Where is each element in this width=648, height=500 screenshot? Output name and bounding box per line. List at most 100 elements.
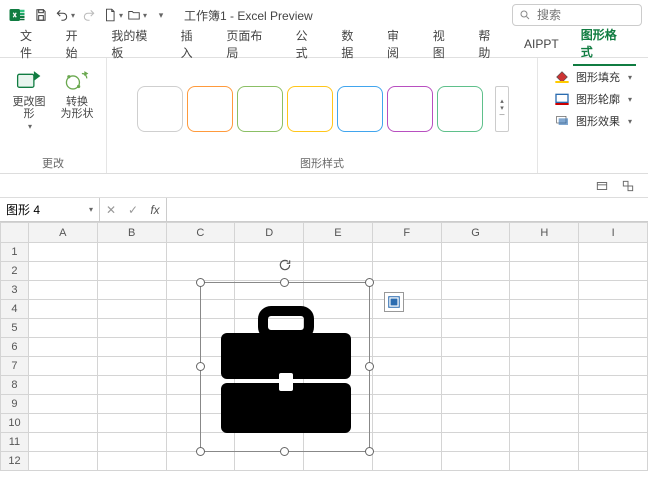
cell[interactable] [579,300,648,319]
column-header[interactable]: F [372,223,441,243]
column-header[interactable]: H [510,223,579,243]
shape-effects-button[interactable]: 图形效果▾ [552,112,634,130]
row-header[interactable]: 2 [1,262,29,281]
cell[interactable] [579,452,648,471]
cell[interactable] [304,262,373,281]
cell[interactable] [579,338,648,357]
cell[interactable] [372,262,441,281]
row-header[interactable]: 3 [1,281,29,300]
change-shape-button[interactable]: 更改图 形 ▾ [8,64,50,133]
accept-formula-icon[interactable]: ✓ [122,198,144,221]
row-header[interactable]: 12 [1,452,29,471]
style-swatch[interactable] [137,86,183,132]
cell[interactable] [97,338,166,357]
search-input[interactable] [537,8,627,22]
cell[interactable] [97,376,166,395]
resize-handle[interactable] [280,447,289,456]
tab-AIPPT[interactable]: AIPPT [516,33,567,55]
cell[interactable] [441,376,510,395]
row-header[interactable]: 4 [1,300,29,319]
cell[interactable] [97,300,166,319]
style-swatch[interactable] [387,86,433,132]
row-header[interactable]: 11 [1,433,29,452]
cell[interactable] [510,262,579,281]
cell[interactable] [510,243,579,262]
cell[interactable] [441,414,510,433]
style-swatch[interactable] [187,86,233,132]
cell[interactable] [28,414,97,433]
cell[interactable] [510,452,579,471]
cell[interactable] [372,281,441,300]
cell[interactable] [510,414,579,433]
cell[interactable] [28,433,97,452]
cell[interactable] [510,433,579,452]
shape-fill-button[interactable]: 图形填充▾ [552,68,634,86]
cell[interactable] [579,262,648,281]
shape-outline-button[interactable]: 图形轮廓▾ [552,90,634,108]
cell[interactable] [510,376,579,395]
cell[interactable] [28,281,97,300]
fx-icon[interactable]: fx [144,198,166,221]
cell[interactable] [441,338,510,357]
cell[interactable] [28,300,97,319]
resize-handle[interactable] [196,362,205,371]
cell[interactable] [372,319,441,338]
cell[interactable] [579,376,648,395]
cell[interactable] [28,395,97,414]
column-header[interactable]: E [304,223,373,243]
cell[interactable] [166,243,235,262]
row-header[interactable]: 10 [1,414,29,433]
resize-handle[interactable] [196,278,205,287]
cell[interactable] [510,319,579,338]
layout-options-button[interactable] [384,292,404,312]
cell[interactable] [372,243,441,262]
cell[interactable] [97,357,166,376]
column-header[interactable]: C [166,223,235,243]
selected-shape-briefcase[interactable] [200,282,370,452]
namebox-dropdown-icon[interactable]: ▾ [89,205,93,214]
style-swatch[interactable] [237,86,283,132]
cell[interactable] [372,433,441,452]
cell[interactable] [28,243,97,262]
cell[interactable] [28,338,97,357]
style-swatch[interactable] [437,86,483,132]
cell[interactable] [372,414,441,433]
column-header[interactable]: I [579,223,648,243]
zoom-out-icon[interactable] [592,177,612,195]
name-box[interactable]: ▾ [0,198,100,221]
cell[interactable] [28,319,97,338]
cell[interactable] [579,395,648,414]
cell[interactable] [510,395,579,414]
resize-handle[interactable] [280,278,289,287]
resize-handle[interactable] [196,447,205,456]
column-header[interactable]: A [28,223,97,243]
cell[interactable] [441,262,510,281]
cell[interactable] [97,433,166,452]
convert-to-shape-button[interactable]: 转换 为形状 [56,64,98,122]
row-header[interactable]: 6 [1,338,29,357]
cell[interactable] [579,414,648,433]
column-header[interactable]: G [441,223,510,243]
row-header[interactable]: 1 [1,243,29,262]
column-header[interactable]: B [97,223,166,243]
cell[interactable] [510,338,579,357]
rotate-handle-icon[interactable] [277,257,293,273]
cell[interactable] [510,281,579,300]
style-swatch[interactable] [287,86,333,132]
cell[interactable] [372,452,441,471]
resize-handle[interactable] [365,447,374,456]
cell[interactable] [28,357,97,376]
cell[interactable] [235,243,304,262]
cell[interactable] [372,338,441,357]
cell[interactable] [97,395,166,414]
cell[interactable] [97,414,166,433]
cell[interactable] [235,262,304,281]
resize-handle[interactable] [365,278,374,287]
row-header[interactable]: 9 [1,395,29,414]
cell[interactable] [579,433,648,452]
cell[interactable] [372,376,441,395]
zoom-in-icon[interactable] [618,177,638,195]
cell[interactable] [97,452,166,471]
cell[interactable] [28,262,97,281]
cell[interactable] [510,300,579,319]
